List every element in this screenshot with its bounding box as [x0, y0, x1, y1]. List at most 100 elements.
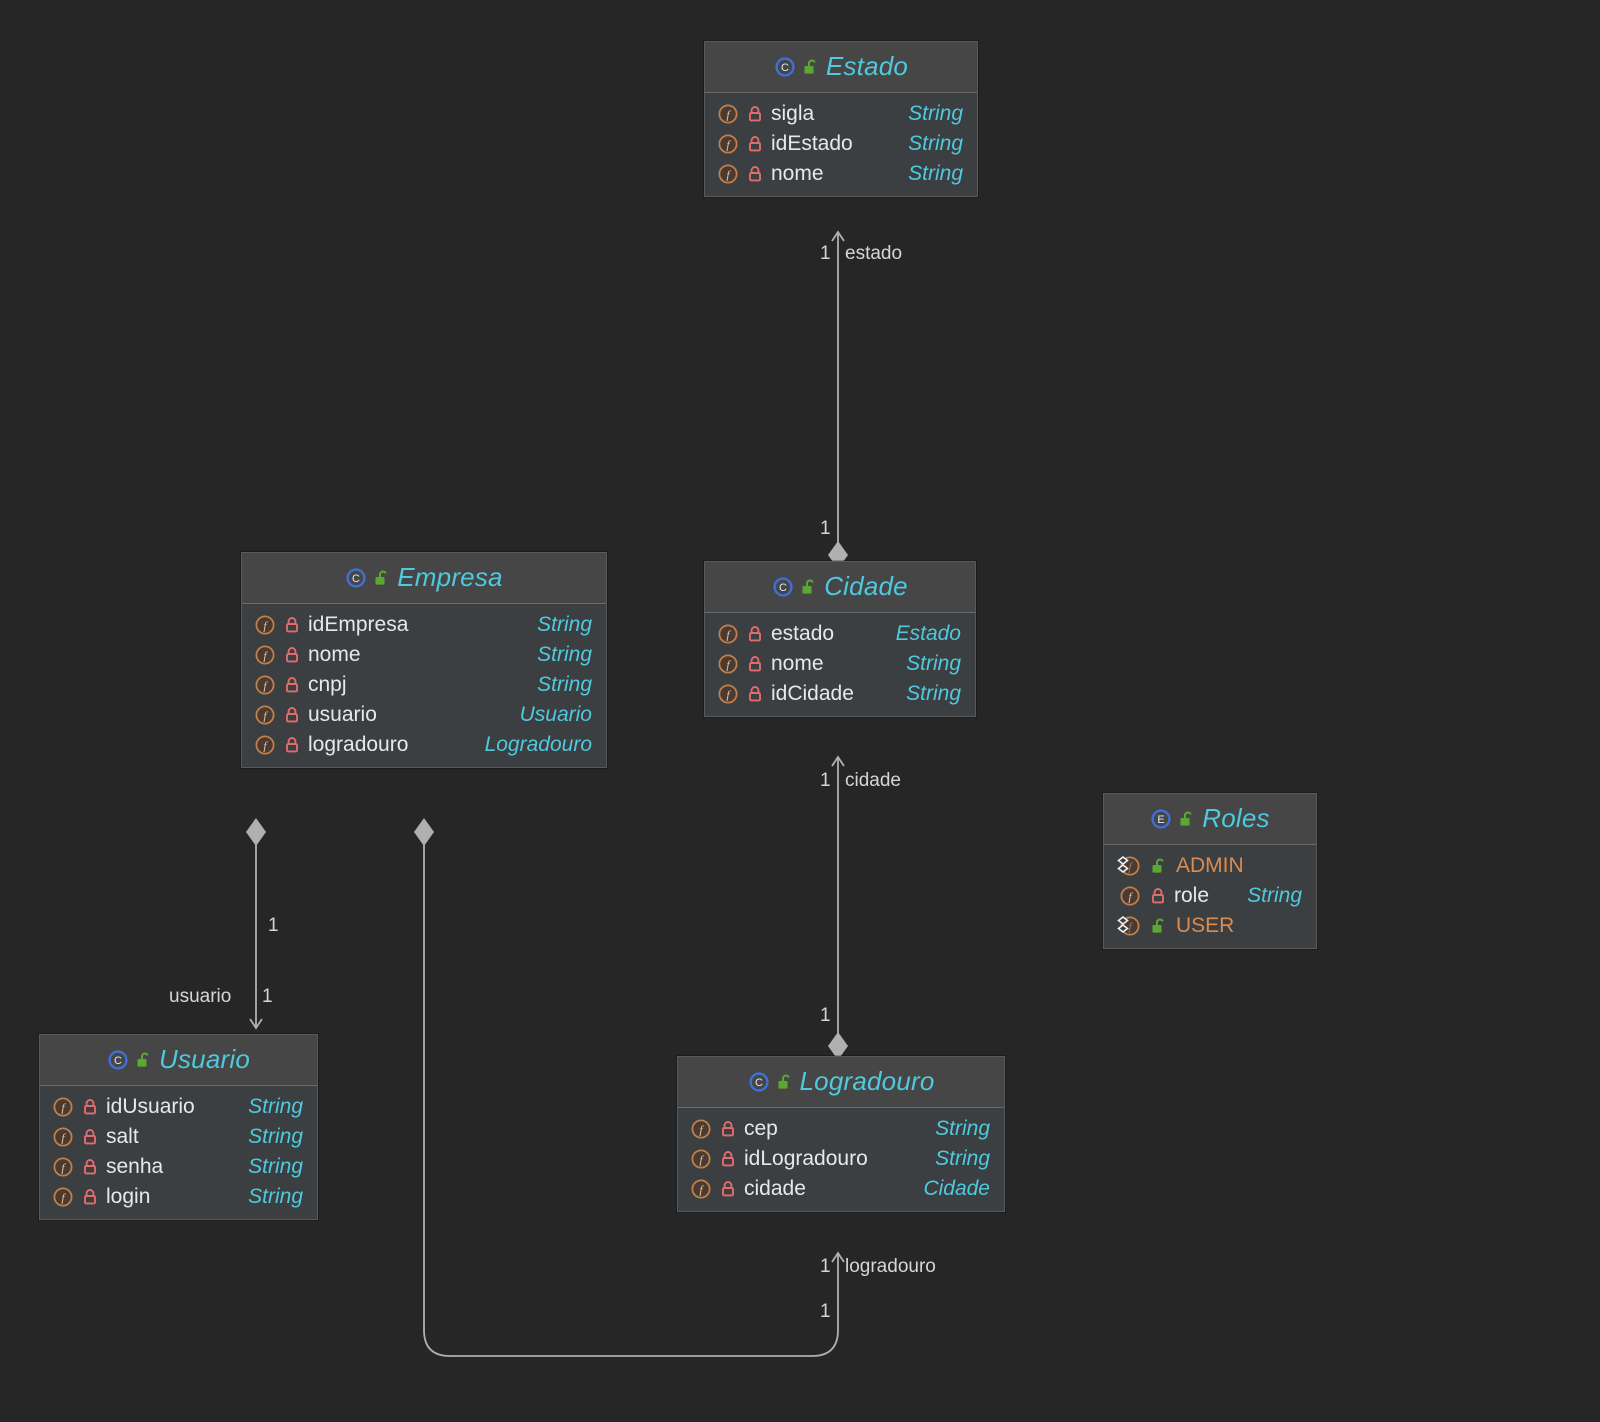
- member-type: Usuario: [519, 703, 592, 726]
- member-row[interactable]: f usuario Usuario: [242, 700, 606, 730]
- member-row[interactable]: f nome String: [242, 640, 606, 670]
- edge-label-cidade-role: cidade: [845, 770, 901, 791]
- lock-closed-icon: [748, 625, 762, 643]
- edge-label-logradouro-multiplicity: 1: [820, 1256, 831, 1277]
- lock-closed-icon: [83, 1188, 97, 1206]
- member-row[interactable]: f role String: [1104, 881, 1316, 911]
- svg-text:C: C: [779, 582, 787, 594]
- member-type: String: [1247, 884, 1302, 907]
- member-row[interactable]: f login String: [40, 1182, 317, 1212]
- uml-class-cidade[interactable]: C Cidade f estado Estado f nome String f: [704, 561, 976, 717]
- lock-closed-icon: [83, 1098, 97, 1116]
- aggregation-diamond: [246, 818, 266, 846]
- enum-constant-icon: f: [1116, 914, 1142, 938]
- member-name: login: [106, 1185, 151, 1208]
- class-icon: C: [107, 1049, 129, 1071]
- member-row[interactable]: f idLogradouro String: [678, 1144, 1004, 1174]
- member-row[interactable]: f idCidade String: [705, 679, 975, 709]
- member-row[interactable]: f idEstado String: [705, 129, 977, 159]
- class-icon: C: [772, 576, 794, 598]
- member-type: String: [248, 1095, 303, 1118]
- enum-constant-icon: f: [1116, 854, 1142, 878]
- member-row[interactable]: f ADMIN: [1104, 851, 1316, 881]
- edge-label-estado-role: estado: [845, 243, 903, 264]
- class-members-logradouro: f cep String f idLogradouro String f cid…: [678, 1108, 1004, 1211]
- member-row[interactable]: f cnpj String: [242, 670, 606, 700]
- field-icon: f: [254, 644, 276, 666]
- member-type: String: [248, 1185, 303, 1208]
- svg-text:C: C: [781, 62, 789, 74]
- lock-closed-icon: [721, 1180, 735, 1198]
- member-name: nome: [771, 652, 824, 675]
- lock-closed-icon: [285, 646, 299, 664]
- lock-closed-icon: [285, 706, 299, 724]
- field-icon: f: [690, 1118, 712, 1140]
- member-row[interactable]: f estado Estado: [705, 619, 975, 649]
- class-members-usuario: f idUsuario String f salt String f senha…: [40, 1086, 317, 1219]
- field-icon: f: [717, 683, 739, 705]
- member-row[interactable]: f nome String: [705, 159, 977, 189]
- member-row[interactable]: f idEmpresa String: [242, 610, 606, 640]
- uml-class-usuario[interactable]: C Usuario f idUsuario String f salt Stri…: [39, 1034, 318, 1220]
- edge-label-logradouro-role: logradouro: [845, 1256, 936, 1277]
- class-icon: C: [345, 567, 367, 589]
- class-members-empresa: f idEmpresa String f nome String f cnpj …: [242, 604, 606, 767]
- member-row[interactable]: f USER: [1104, 911, 1316, 941]
- member-type: String: [908, 132, 963, 155]
- uml-class-logradouro[interactable]: C Logradouro f cep String f idLogradouro…: [677, 1056, 1005, 1212]
- field-icon: f: [717, 623, 739, 645]
- field-icon: f: [690, 1178, 712, 1200]
- unlock-icon: [801, 578, 817, 596]
- member-row[interactable]: f sigla String: [705, 99, 977, 129]
- lock-closed-icon: [748, 105, 762, 123]
- member-name: logradouro: [308, 733, 409, 756]
- member-name: idUsuario: [106, 1095, 195, 1118]
- member-name: sigla: [771, 102, 815, 125]
- member-row[interactable]: f senha String: [40, 1152, 317, 1182]
- member-name: cnpj: [308, 673, 347, 696]
- lock-closed-icon: [748, 135, 762, 153]
- unlock-icon: [136, 1051, 152, 1069]
- member-name: role: [1174, 884, 1210, 907]
- unlock-icon: [1151, 917, 1167, 935]
- edge-label-usuario-role: usuario: [169, 986, 232, 1007]
- class-icon: C: [748, 1071, 770, 1093]
- edge-label-logradouro-source-multiplicity: 1: [820, 1005, 831, 1026]
- member-type: String: [906, 682, 961, 705]
- member-name: idEstado: [771, 132, 853, 155]
- field-icon: f: [1116, 884, 1142, 908]
- field-icon: f: [52, 1186, 74, 1208]
- unlock-icon: [803, 58, 819, 76]
- member-type: Cidade: [923, 1177, 990, 1200]
- lock-closed-icon: [1151, 887, 1165, 905]
- svg-text:E: E: [1158, 814, 1165, 826]
- member-type: String: [537, 613, 592, 636]
- member-name: idEmpresa: [308, 613, 409, 636]
- member-name: nome: [308, 643, 361, 666]
- lock-closed-icon: [748, 685, 762, 703]
- member-row[interactable]: f cep String: [678, 1114, 1004, 1144]
- member-type: String: [908, 102, 963, 125]
- class-header-cidade: C Cidade: [705, 562, 975, 613]
- field-icon: f: [690, 1148, 712, 1170]
- enum-name-roles: Roles: [1202, 803, 1270, 833]
- lock-closed-icon: [721, 1120, 735, 1138]
- lock-closed-icon: [748, 655, 762, 673]
- member-row[interactable]: f salt String: [40, 1122, 317, 1152]
- unlock-icon: [1179, 810, 1195, 828]
- member-row[interactable]: f idUsuario String: [40, 1092, 317, 1122]
- uml-enum-roles[interactable]: E Roles f ADMIN f role String f USER: [1103, 793, 1317, 949]
- member-row[interactable]: f logradouro Logradouro: [242, 730, 606, 760]
- enum-members-roles: f ADMIN f role String f USER: [1104, 845, 1316, 948]
- member-row[interactable]: f cidade Cidade: [678, 1174, 1004, 1204]
- member-row[interactable]: f nome String: [705, 649, 975, 679]
- class-members-cidade: f estado Estado f nome String f idCidade…: [705, 613, 975, 716]
- svg-text:C: C: [352, 573, 360, 585]
- uml-class-empresa[interactable]: C Empresa f idEmpresa String f nome Stri…: [241, 552, 607, 768]
- lock-closed-icon: [285, 736, 299, 754]
- lock-closed-icon: [285, 676, 299, 694]
- member-name: cidade: [744, 1177, 806, 1200]
- uml-class-estado[interactable]: C Estado f sigla String f idEstado Strin…: [704, 41, 978, 197]
- class-header-usuario: C Usuario: [40, 1035, 317, 1086]
- edge-label-logradouro-bottom-multiplicity: 1: [820, 1301, 831, 1322]
